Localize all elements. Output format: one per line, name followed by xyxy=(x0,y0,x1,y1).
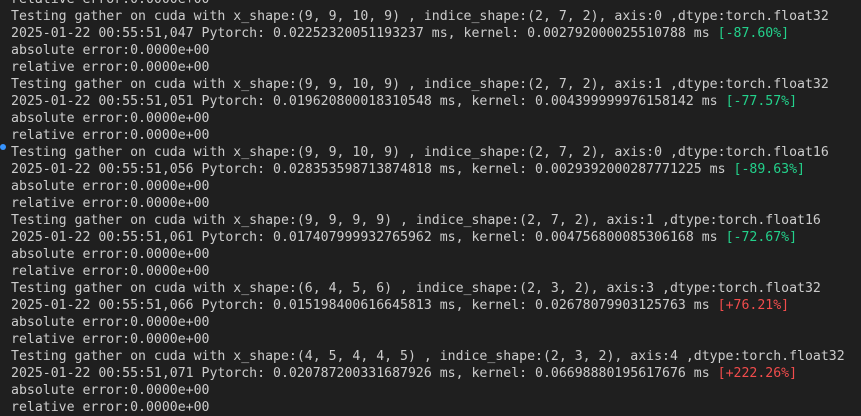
slowdown-percent: [+76.21%] xyxy=(717,298,790,313)
absolute-error-line: absolute error:0.0000e+00 xyxy=(11,111,210,126)
test-header-line: Testing gather on cuda with x_shape:(9, … xyxy=(11,213,821,228)
absolute-error-line: absolute error:0.0000e+00 xyxy=(11,315,210,330)
line-marker-dot-icon xyxy=(0,144,6,150)
speedup-percent: [-72.67%] xyxy=(725,230,798,245)
relative-error-line: relative error:0.0000e+00 xyxy=(11,196,210,211)
timing-text: 2025-01-22 00:55:51,066 Pytorch: 0.01519… xyxy=(11,298,718,313)
timing-line: 2025-01-22 00:55:51,056 Pytorch: 0.02835… xyxy=(11,161,861,178)
test-header-line: Testing gather on cuda with x_shape:(9, … xyxy=(11,145,829,160)
relative-error-line: relative error:0.0000e+00 xyxy=(11,60,210,75)
test-header-line: Testing gather on cuda with x_shape:(9, … xyxy=(11,9,829,24)
timing-text: 2025-01-22 00:55:51,056 Pytorch: 0.02835… xyxy=(11,162,734,177)
absolute-error-line: absolute error:0.0000e+00 xyxy=(11,383,210,398)
terminal-output[interactable]: relative error:0.0000e+00 Testing gather… xyxy=(0,0,861,416)
timing-text: 2025-01-22 00:55:51,047 Pytorch: 0.02252… xyxy=(11,26,718,41)
speedup-percent: [-77.57%] xyxy=(725,94,798,109)
timing-line: 2025-01-22 00:55:51,061 Pytorch: 0.01740… xyxy=(11,229,861,246)
timing-line: 2025-01-22 00:55:51,051 Pytorch: 0.01962… xyxy=(11,93,861,110)
slowdown-percent: [+222.26%] xyxy=(717,366,798,381)
absolute-error-line: absolute error:0.0000e+00 xyxy=(11,43,210,58)
timing-text: 2025-01-22 00:55:51,051 Pytorch: 0.01962… xyxy=(11,94,726,109)
timing-line: 2025-01-22 00:55:51,066 Pytorch: 0.01519… xyxy=(11,297,861,314)
relative-error-line: relative error:0.0000e+00 xyxy=(11,332,210,347)
timing-text: 2025-01-22 00:55:51,061 Pytorch: 0.01740… xyxy=(11,230,726,245)
relative-error-line: relative error:0.0000e+00 xyxy=(11,400,210,415)
absolute-error-line: absolute error:0.0000e+00 xyxy=(11,247,210,262)
timing-line: 2025-01-22 00:55:51,071 Pytorch: 0.02078… xyxy=(11,365,861,382)
timing-text: 2025-01-22 00:55:51,071 Pytorch: 0.02078… xyxy=(11,366,718,381)
test-header-line: Testing gather on cuda with x_shape:(6, … xyxy=(11,281,821,296)
test-header-line: Testing gather on cuda with x_shape:(9, … xyxy=(11,77,829,92)
relative-error-line: relative error:0.0000e+00 xyxy=(11,264,210,279)
speedup-percent: [-87.60%] xyxy=(717,26,790,41)
absolute-error-line: absolute error:0.0000e+00 xyxy=(11,179,210,194)
test-header-line: Testing gather on cuda with x_shape:(4, … xyxy=(11,349,845,364)
relative-error-line: relative error:0.0000e+00 xyxy=(11,128,210,143)
speedup-percent: [-89.63%] xyxy=(733,162,805,177)
terminal-lines: relative error:0.0000e+00 Testing gather… xyxy=(11,0,861,416)
timing-line: 2025-01-22 00:55:51,047 Pytorch: 0.02252… xyxy=(11,25,861,42)
terminal-line-partial: relative error:0.0000e+00 xyxy=(11,0,861,8)
